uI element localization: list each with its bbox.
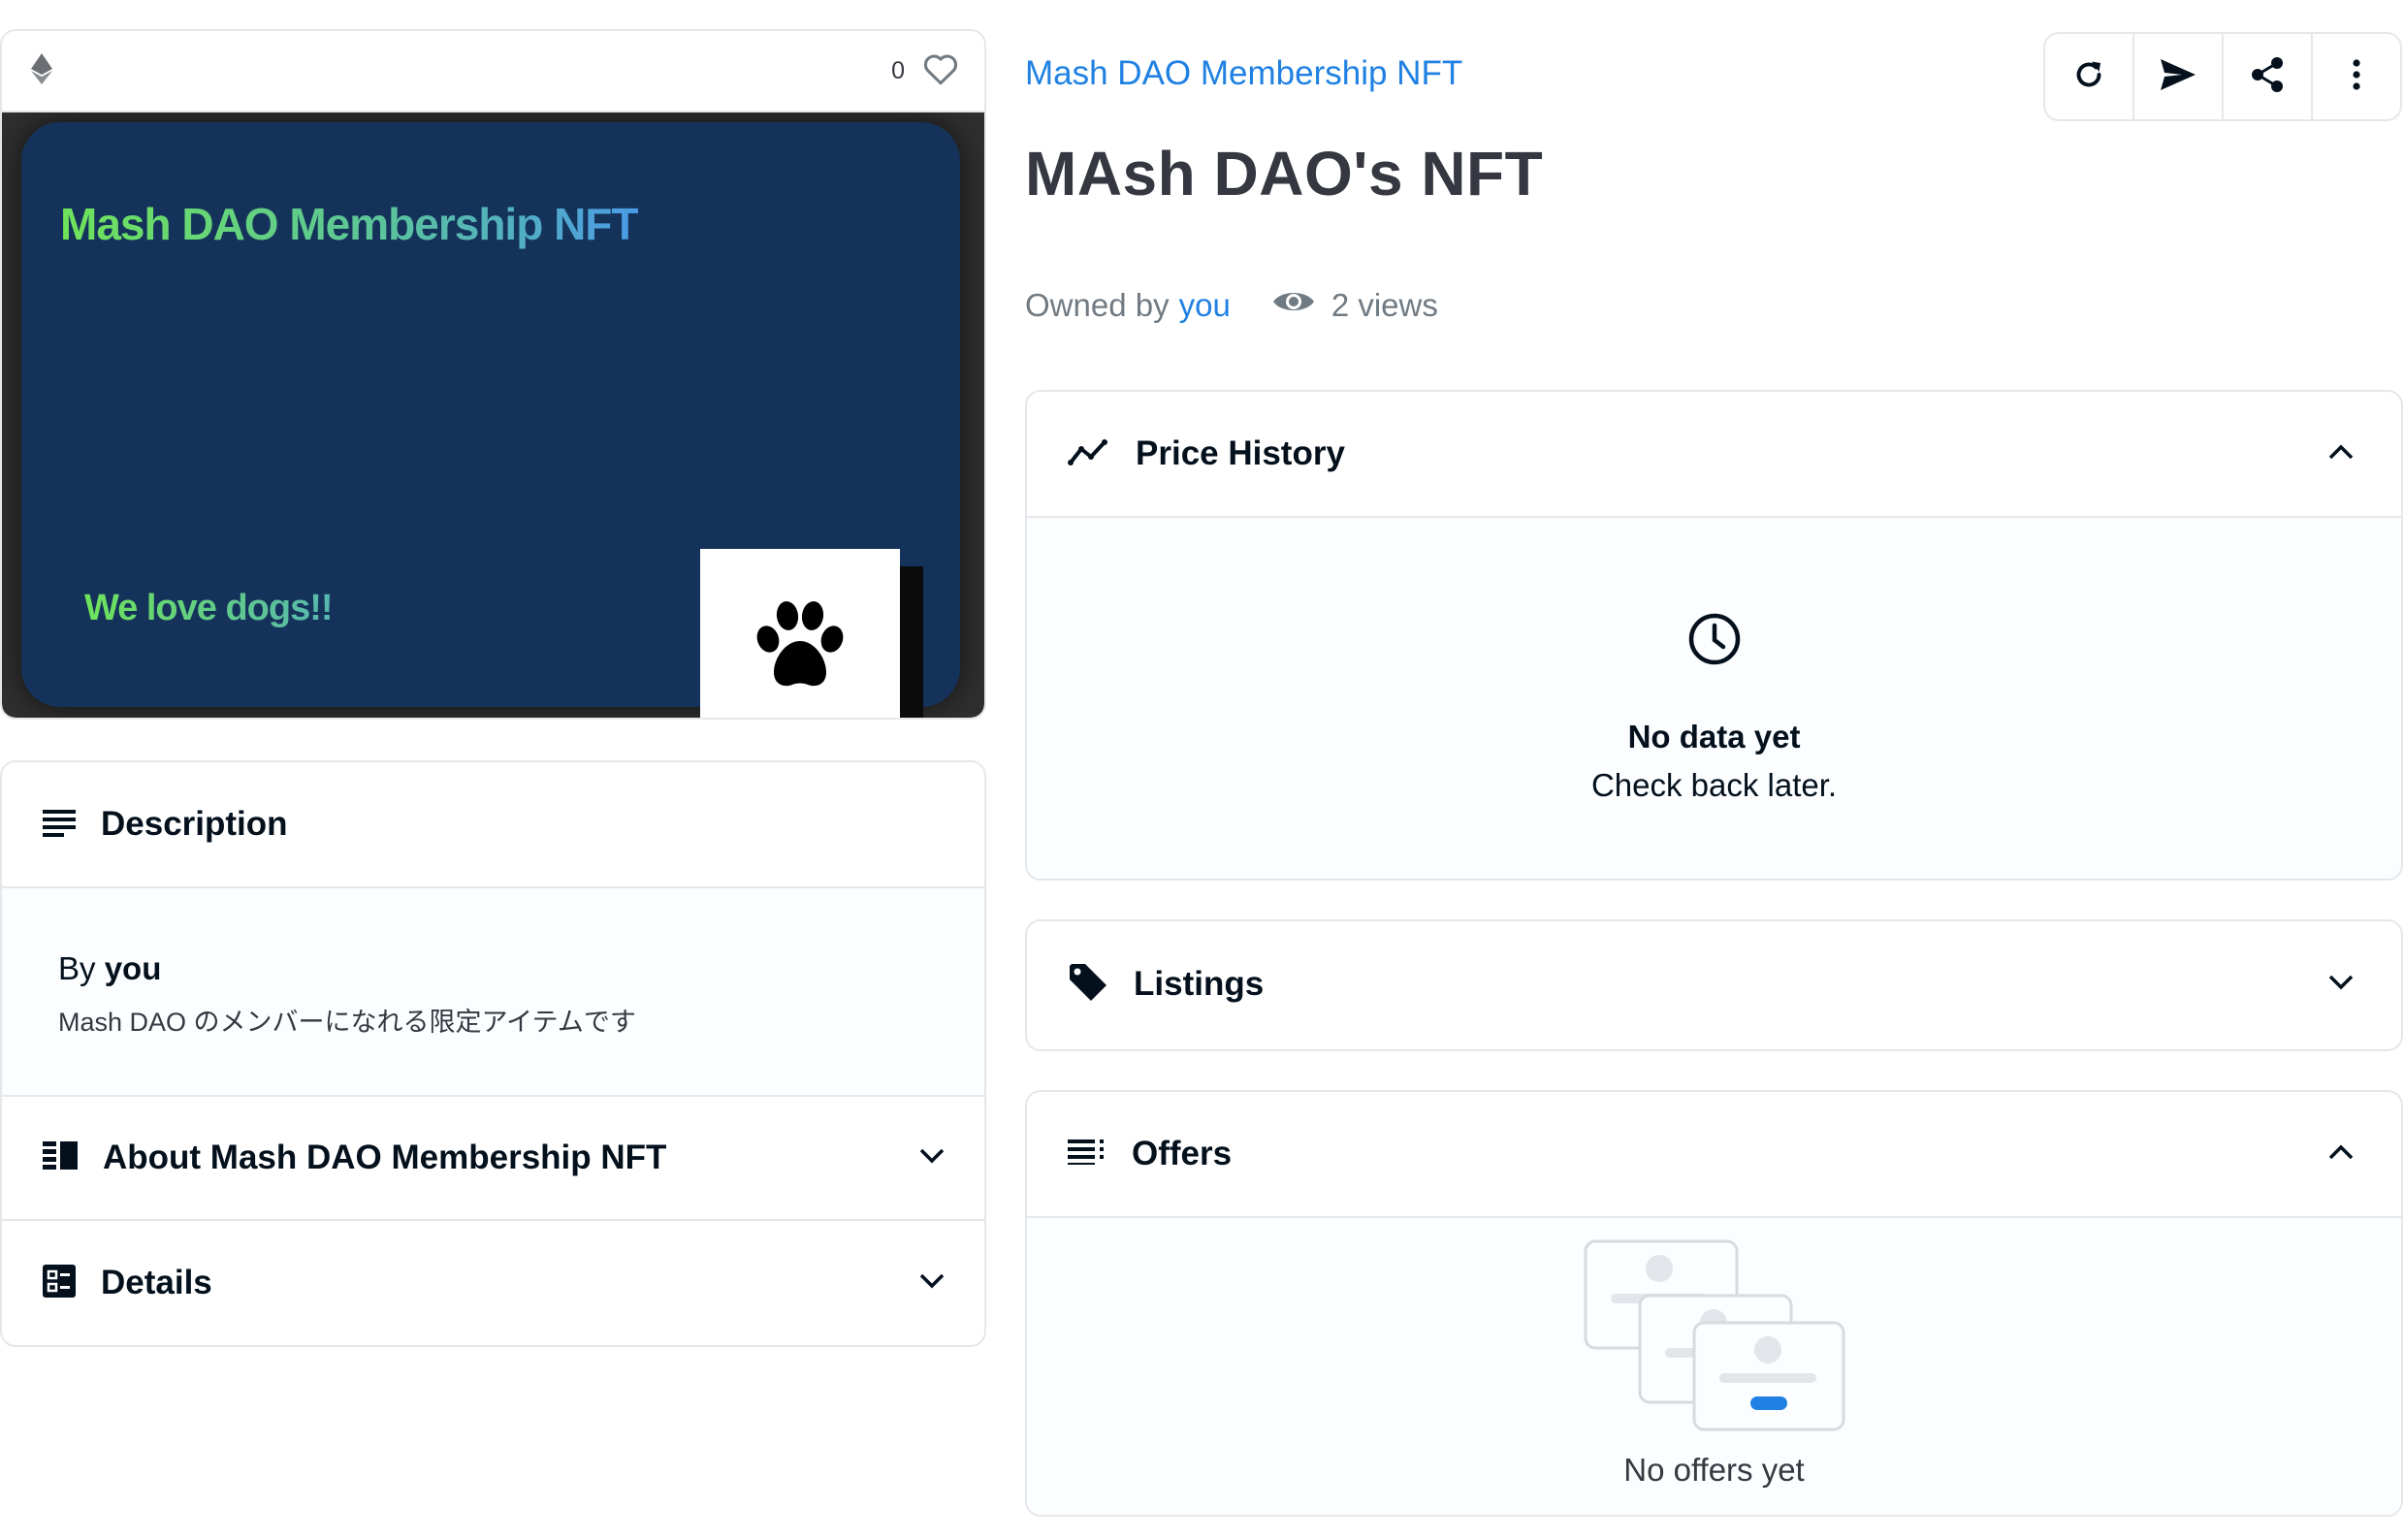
listings-header[interactable]: Listings [1027,921,2401,1047]
price-history-header[interactable]: Price History [1027,392,2401,518]
by-prefix: By [58,950,96,986]
left-column: 0 Mash DAO Membership NFT We love dogs!! [0,29,986,1347]
chevron-down-icon [2327,974,2355,996]
chevron-down-icon [918,1272,946,1295]
by-line: By you [58,950,928,987]
more-options-button[interactable] [2313,34,2400,119]
media-card: 0 Mash DAO Membership NFT We love dogs!! [0,29,986,720]
about-header[interactable]: About Mash DAO Membership NFT [2,1097,984,1221]
timeline-icon [1068,437,1110,471]
details-header[interactable]: Details [2,1221,984,1345]
clock-icon [1686,611,1743,672]
price-history-panel: Price History No data yet Check back lat… [1025,390,2403,881]
chevron-up-icon [2327,1143,2355,1166]
favorite-count: 0 [891,56,905,84]
views-text: 2 views [1331,287,1438,323]
empty-offers-illustration [1584,1239,1845,1438]
listings-panel: Listings [1025,919,2403,1051]
offers-header[interactable]: Offers [1027,1092,2401,1218]
item-toolbar [2043,32,2402,121]
list-icon [1068,1139,1106,1170]
nft-artwork-tagline: We love dogs!! [84,588,334,628]
eye-icon [1271,287,1316,324]
description-header[interactable]: Description [2,762,984,888]
offers-body: No offers yet [1027,1218,2401,1515]
collection-link[interactable]: Mash DAO Membership NFT [1025,54,1462,93]
owner-line: Owned by you 2 views [1025,287,1438,324]
paw-icon [747,598,853,700]
ethereum-icon [31,52,52,89]
nft-image[interactable]: Mash DAO Membership NFT We love dogs!! [2,112,984,718]
media-header: 0 [2,31,984,112]
no-offers-text: No offers yet [1623,1452,1805,1488]
transfer-button[interactable] [2134,34,2224,119]
owned-by-label: Owned by [1025,287,1170,323]
offers-title: Offers [1132,1135,1233,1172]
about-title: About Mash DAO Membership NFT [103,1139,667,1176]
description-body: By you Mash DAO のメンバーになれる限定アイテムです [2,888,984,1097]
ballot-icon [43,1264,76,1302]
by-user-link[interactable]: you [105,950,162,986]
no-data-title: No data yet [1627,719,1801,754]
nft-item-page: 0 Mash DAO Membership NFT We love dogs!! [0,0,2405,1540]
listings-title: Listings [1134,965,1265,1003]
refresh-button[interactable] [2045,34,2134,119]
favorite-group: 0 [891,52,959,90]
details-title: Details [101,1264,212,1301]
paw-box [700,549,900,718]
nft-artwork-title: Mash DAO Membership NFT [60,199,639,249]
owner-link[interactable]: you [1179,287,1231,324]
share-icon [2250,56,2285,98]
more-vertical-icon [2352,58,2361,96]
offers-panel: Offers No offers yet [1025,1090,2403,1517]
subject-lines-icon [43,808,76,842]
send-icon [2159,57,2197,97]
price-history-title: Price History [1136,434,1345,472]
description-title: Description [101,805,288,843]
price-history-body: No data yet Check back later. [1027,518,2401,879]
heart-icon[interactable] [922,52,959,90]
chevron-up-icon [2327,443,2355,465]
no-data-subtitle: Check back later. [1590,767,1838,803]
refresh-icon [2071,57,2106,97]
chevron-down-icon [918,1147,946,1170]
vertical-split-icon [43,1140,78,1175]
description-panel: Description By you Mash DAO のメンバーになれる限定ア… [0,760,986,1347]
tag-icon [1068,962,1108,1008]
nft-artwork: Mash DAO Membership NFT We love dogs!! [21,122,960,718]
description-text: Mash DAO のメンバーになれる限定アイテムです [58,1008,636,1037]
views-count: 2 views [1271,287,1438,324]
item-title: MAsh DAO's NFT [1025,139,1544,209]
share-button[interactable] [2224,34,2313,119]
